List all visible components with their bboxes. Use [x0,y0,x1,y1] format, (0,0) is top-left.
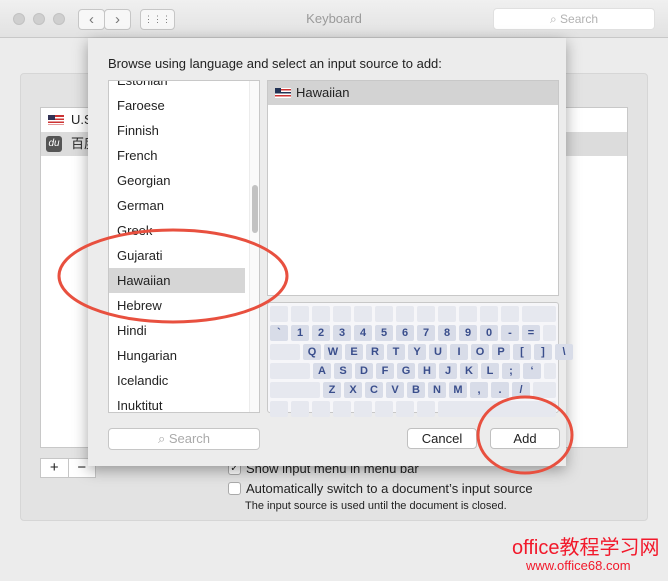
annotation-overlay [57,228,574,475]
annotation-circle-add [476,395,574,475]
watermark-url: www.office68.com [526,558,631,573]
annotation-circle-hawaiian [57,228,289,324]
watermark-text: office教程学习网 [512,537,660,559]
